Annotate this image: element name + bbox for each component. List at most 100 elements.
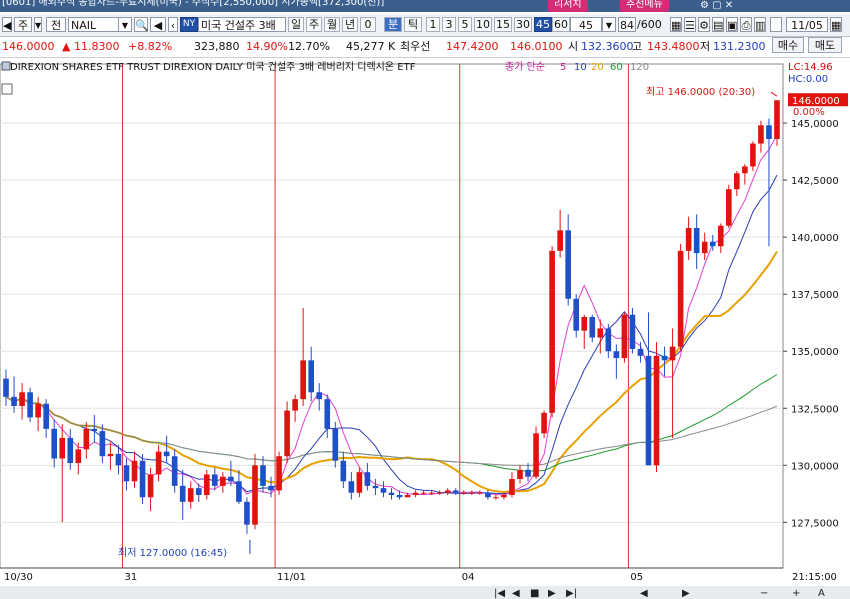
sell-button[interactable]: 매도 (808, 37, 842, 53)
candle-body (51, 428, 58, 459)
candle-body (750, 143, 756, 167)
interval-15[interactable]: 15 (494, 17, 512, 32)
candle-body (605, 328, 612, 352)
scroll-control-icon[interactable]: + (792, 588, 800, 599)
period-day[interactable]: 일 (288, 17, 304, 32)
save-icon[interactable]: ▣ (726, 17, 738, 32)
candle-body (380, 488, 387, 493)
interval-3[interactable]: 3 (442, 17, 456, 32)
candle-body (284, 410, 290, 457)
search-icon[interactable]: 🔍 (134, 17, 149, 32)
candle-body (557, 230, 563, 251)
side-dropdown-icon[interactable]: ▼ (34, 17, 42, 32)
zoom-icon[interactable]: ▦ (670, 17, 682, 32)
candle-body (645, 355, 652, 466)
buy-button[interactable]: 매수 (772, 37, 804, 53)
settings-icon[interactable]: ⚙ (698, 17, 710, 32)
scroll-bar (0, 586, 850, 599)
candle-body (717, 225, 724, 247)
candle-body (734, 173, 740, 190)
side-select[interactable]: 주 (14, 17, 32, 32)
interval-1[interactable]: 1 (426, 17, 440, 32)
date-input[interactable]: 11/05 (786, 17, 828, 32)
open-label: 시 (568, 40, 579, 53)
interval-custom-input[interactable]: 45 (570, 17, 602, 32)
scroll-control-icon[interactable]: − (760, 588, 768, 599)
candle-body (460, 492, 467, 494)
candle-body (27, 392, 33, 418)
candle-body (436, 492, 443, 494)
candle-body (139, 460, 146, 498)
candle-body (348, 481, 355, 493)
price-change-pct: +8.82% (128, 40, 173, 53)
candle-body (83, 428, 90, 450)
volume-pct-1: 14.90% (246, 40, 288, 53)
prev-symbol-icon[interactable]: ‹ (168, 17, 178, 32)
candle-body (501, 494, 507, 498)
scroll-control-icon[interactable]: ▶ (682, 588, 690, 599)
research-button[interactable]: 리서치 (548, 0, 588, 12)
candle-body (203, 474, 210, 495)
interval-60[interactable]: 60 (552, 17, 570, 32)
period-week[interactable]: 주 (306, 17, 322, 32)
scroll-control-icon[interactable]: A (818, 588, 825, 599)
candle-body (613, 351, 620, 359)
calendar-icon[interactable]: ▦ (830, 17, 842, 32)
grid-icon[interactable]: ▥ (754, 17, 766, 32)
scroll-control-icon[interactable]: ◀ (640, 588, 648, 599)
candle-body (75, 449, 82, 464)
scroll-control-icon[interactable]: |◀ (494, 588, 505, 599)
scroll-control-icon[interactable]: ■ (530, 588, 539, 599)
candle-body (11, 396, 17, 406)
price-chart[interactable]: 127,5000 130,0000 132,5000 135,0000 137,5000… (0, 58, 850, 599)
candle-body (268, 485, 274, 491)
scroll-control-icon[interactable]: ▶| (566, 588, 577, 599)
hc-label: HC:0.00 (788, 74, 828, 85)
minute-button[interactable]: 분 (384, 17, 402, 32)
candle-body (163, 451, 170, 457)
low-annotation: 최저 127.0000 (16:45) (118, 547, 227, 559)
tick-button[interactable]: 틱 (404, 17, 422, 32)
candle-body (212, 474, 218, 486)
window-controls-icon[interactable]: ⚙ ▢ ✕ (700, 0, 733, 11)
interval-dropdown-icon[interactable]: ▼ (602, 17, 616, 32)
symbol-dropdown-icon[interactable]: ▼ (118, 17, 132, 32)
chart-icon[interactable]: ▤ (712, 17, 724, 32)
prev-arrow-icon[interactable]: ◀ (2, 17, 12, 32)
interval-30[interactable]: 30 (514, 17, 532, 32)
interval-5[interactable]: 5 (458, 17, 472, 32)
period-year[interactable]: 년 (342, 17, 358, 32)
candle-body (509, 479, 515, 495)
speaker-icon[interactable]: ◀ (150, 17, 166, 32)
checkbox[interactable] (770, 17, 782, 32)
candle-body (324, 399, 331, 429)
interval-45[interactable]: 45 (534, 17, 552, 32)
interval-10[interactable]: 10 (474, 17, 492, 32)
table-icon[interactable]: ☰ (684, 17, 696, 32)
candle-body (637, 348, 644, 356)
x-axis-label: 10/30 (4, 572, 33, 583)
x-axis-label: 31 (124, 572, 137, 583)
recommend-menu-button[interactable]: 추천메뉴 (620, 0, 669, 12)
scroll-control-icon[interactable]: ▶ (548, 588, 556, 599)
candle-body (549, 250, 555, 413)
scroll-control-icon[interactable]: ◀ (512, 588, 520, 599)
candle-body (669, 346, 676, 361)
low-label: 저 (700, 40, 711, 53)
candle-body (99, 431, 106, 457)
candle-body (67, 437, 74, 464)
candle-body (115, 453, 122, 466)
candle-body (581, 317, 588, 331)
print-icon[interactable]: ⎙ (740, 17, 752, 32)
candle-body (629, 314, 636, 349)
candle-body (292, 399, 298, 411)
count-input[interactable]: 84 (618, 17, 636, 32)
ma-period-10: 10 (574, 62, 587, 73)
mode-select[interactable]: 전 (46, 17, 66, 32)
chart-toolbar: ◀ 주 ▼ 전 NAIL ▼ 🔍 ◀ ‹ NY 미국 건설주 3배 일 주 월 … (0, 14, 850, 37)
x-axis-label: 05 (630, 572, 643, 583)
x-time-label: 21:15:00 (792, 572, 837, 583)
candle-body (147, 474, 154, 498)
period-zero[interactable]: 0 (360, 17, 376, 32)
period-month[interactable]: 월 (324, 17, 340, 32)
